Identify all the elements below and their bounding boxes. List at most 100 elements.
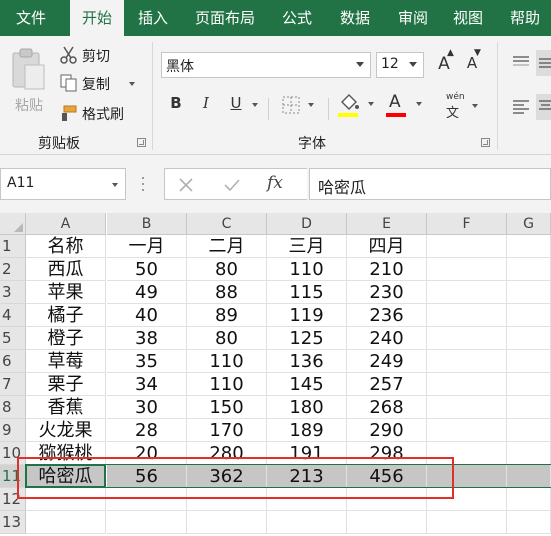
column-header-d[interactable]: D [267, 213, 347, 235]
underline-dropdown-icon[interactable] [252, 103, 258, 107]
copy-button[interactable]: 复制 [58, 72, 140, 94]
cell-a6[interactable]: 草莓 [26, 350, 106, 373]
font-launcher-icon[interactable] [481, 138, 490, 147]
cell-g2[interactable] [507, 258, 551, 281]
column-header-g[interactable]: G [507, 213, 551, 235]
cell-c4[interactable]: 89 [187, 304, 267, 327]
cell-c3[interactable]: 88 [187, 281, 267, 304]
cell-c11[interactable]: 362 [187, 465, 267, 488]
cell-b5[interactable]: 38 [107, 327, 187, 350]
cell-g8[interactable] [507, 396, 551, 419]
cell-d3[interactable]: 115 [267, 281, 347, 304]
cell-f11[interactable] [427, 465, 507, 488]
cell-a3[interactable]: 苹果 [26, 281, 106, 304]
cell-e1[interactable]: 四月 [347, 235, 427, 258]
shrink-font-button[interactable]: A ▼ [462, 48, 482, 76]
cell-d7[interactable]: 145 [267, 373, 347, 396]
cell-c6[interactable]: 110 [187, 350, 267, 373]
cell-b3[interactable]: 49 [107, 281, 187, 304]
cell-f12[interactable] [427, 488, 507, 511]
cell-f13[interactable] [427, 511, 507, 534]
format-painter-button[interactable]: 格式刷 [58, 102, 138, 124]
cell-g11[interactable] [507, 465, 551, 488]
cell-f3[interactable] [427, 281, 507, 304]
cell-e9[interactable]: 290 [347, 419, 427, 442]
cell-c12[interactable] [187, 488, 267, 511]
cell-a8[interactable]: 香蕉 [26, 396, 106, 419]
cancel-icon[interactable] [178, 177, 194, 193]
cell-b4[interactable]: 40 [107, 304, 187, 327]
cell-e13[interactable] [347, 511, 427, 534]
cell-a13[interactable] [26, 511, 106, 534]
cell-b7[interactable]: 34 [107, 373, 187, 396]
cell-g12[interactable] [507, 488, 551, 511]
cell-g6[interactable] [507, 350, 551, 373]
insert-function-icon[interactable]: fx [267, 173, 283, 193]
font-size-select[interactable]: 12 [376, 52, 424, 78]
cell-a1[interactable]: 名称 [26, 235, 106, 258]
name-box[interactable]: A11 [0, 168, 126, 200]
cell-c9[interactable]: 170 [187, 419, 267, 442]
cell-c2[interactable]: 80 [187, 258, 267, 281]
cell-d13[interactable] [267, 511, 347, 534]
cell-g9[interactable] [507, 419, 551, 442]
row-header[interactable]: 11 [0, 465, 26, 488]
cell-g3[interactable] [507, 281, 551, 304]
bold-button[interactable]: B [166, 94, 186, 112]
cell-f6[interactable] [427, 350, 507, 373]
cell-f2[interactable] [427, 258, 507, 281]
grow-font-button[interactable]: A ▲ [434, 48, 454, 76]
cell-d2[interactable]: 110 [267, 258, 347, 281]
row-header[interactable]: 7 [0, 373, 26, 396]
cell-c10[interactable]: 280 [187, 442, 267, 465]
select-all-button[interactable] [0, 213, 26, 235]
cell-a4[interactable]: 橘子 [26, 304, 106, 327]
cell-d9[interactable]: 189 [267, 419, 347, 442]
align-top-button[interactable] [510, 52, 532, 74]
cell-e4[interactable]: 236 [347, 304, 427, 327]
column-header-e[interactable]: E [347, 213, 427, 235]
row-header[interactable]: 9 [0, 419, 26, 442]
wrap-button[interactable] [536, 50, 551, 76]
cell-b10[interactable]: 20 [107, 442, 187, 465]
cell-b2[interactable]: 50 [107, 258, 187, 281]
cell-a2[interactable]: 西瓜 [26, 258, 106, 281]
cell-a10[interactable]: 猕猴桃 [26, 442, 106, 465]
tab-insert[interactable]: 插入 [128, 0, 178, 36]
column-header-c[interactable]: C [187, 213, 267, 235]
cell-g7[interactable] [507, 373, 551, 396]
cell-b13[interactable] [107, 511, 187, 534]
row-header[interactable]: 6 [0, 350, 26, 373]
cell-b1[interactable]: 一月 [107, 235, 187, 258]
cell-f5[interactable] [427, 327, 507, 350]
cell-e10[interactable]: 298 [347, 442, 427, 465]
drag-handle-icon[interactable] [141, 176, 145, 192]
cell-b6[interactable]: 35 [107, 350, 187, 373]
cell-a7[interactable]: 栗子 [26, 373, 106, 396]
cell-a5[interactable]: 橙子 [26, 327, 106, 350]
cell-e12[interactable] [347, 488, 427, 511]
tab-review[interactable]: 审阅 [388, 0, 438, 36]
row-header[interactable]: 13 [0, 511, 26, 534]
row-header[interactable]: 12 [0, 488, 26, 511]
cell-b9[interactable]: 28 [107, 419, 187, 442]
cell-f1[interactable] [427, 235, 507, 258]
tab-page-layout[interactable]: 页面布局 [186, 0, 264, 36]
borders-button[interactable] [280, 94, 320, 118]
cell-c5[interactable]: 80 [187, 327, 267, 350]
row-header[interactable]: 2 [0, 258, 26, 281]
cell-g13[interactable] [507, 511, 551, 534]
paste-button[interactable]: 粘贴 [6, 40, 48, 120]
tab-help[interactable]: 帮助 [502, 0, 548, 36]
cell-e11[interactable]: 456 [347, 465, 427, 488]
cell-a11[interactable]: 哈密瓜 [26, 465, 106, 488]
column-header-a[interactable]: A [26, 213, 106, 235]
cell-d8[interactable]: 180 [267, 396, 347, 419]
cell-f8[interactable] [427, 396, 507, 419]
font-name-select[interactable]: 黑体 [161, 52, 371, 78]
cell-c13[interactable] [187, 511, 267, 534]
cell-e5[interactable]: 240 [347, 327, 427, 350]
cell-d11[interactable]: 213 [267, 465, 347, 488]
cell-f4[interactable] [427, 304, 507, 327]
tab-view[interactable]: 视图 [446, 0, 490, 36]
